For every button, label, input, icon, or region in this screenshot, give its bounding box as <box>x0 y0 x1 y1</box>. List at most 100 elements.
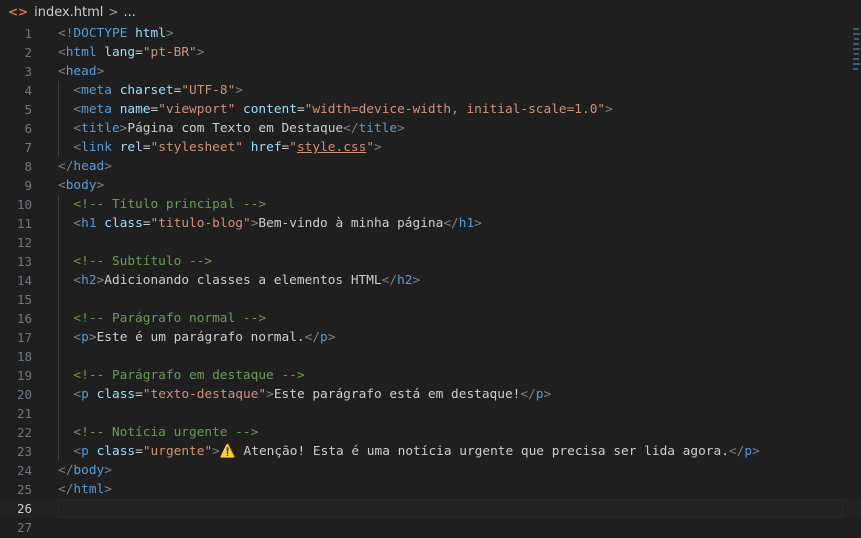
code-line[interactable]: 7 <link rel="stylesheet" href="style.css… <box>0 138 861 157</box>
line-number[interactable]: 9 <box>0 176 32 195</box>
line-number[interactable]: 11 <box>0 214 32 233</box>
code-text[interactable]: <h1 class="titulo-blog">Bem-vindo à minh… <box>58 214 481 233</box>
line-number[interactable]: 21 <box>0 404 32 423</box>
code-line[interactable]: 11 <h1 class="titulo-blog">Bem-vindo à m… <box>0 214 861 233</box>
code-token: h1 <box>458 216 475 231</box>
code-token: > <box>397 121 405 136</box>
breadcrumb-symbols[interactable]: ... <box>123 5 135 20</box>
code-token: link <box>81 140 112 155</box>
line-number[interactable]: 1 <box>0 24 32 43</box>
code-line[interactable]: 22 <!-- Notícia urgente --> <box>0 423 861 442</box>
code-text[interactable]: <!DOCTYPE html> <box>58 24 174 43</box>
code-line[interactable]: 5 <meta name="viewport" content="width=d… <box>0 100 861 119</box>
code-line[interactable]: 24 </body> <box>0 461 861 480</box>
line-number[interactable]: 8 <box>0 157 32 176</box>
code-line[interactable]: 1 <!DOCTYPE html> <box>0 24 861 43</box>
code-text[interactable]: <html lang="pt-BR"> <box>58 43 204 62</box>
code-line[interactable]: 27 <box>0 518 861 537</box>
code-token: head <box>65 64 97 79</box>
code-text[interactable]: <!-- Parágrafo normal --> <box>58 309 266 328</box>
line-number[interactable]: 6 <box>0 119 32 138</box>
code-text[interactable]: </html> <box>58 480 112 499</box>
line-number[interactable]: 2 <box>0 43 32 62</box>
code-token: "width=device-width, initial-scale=1.0" <box>304 102 606 117</box>
breadcrumb-file[interactable]: index.html <box>34 5 103 20</box>
code-line[interactable]: 20 <p class="texto-destaque">Este parágr… <box>0 385 861 404</box>
line-number[interactable]: 15 <box>0 290 32 309</box>
code-text[interactable]: <p>Este é um parágrafo normal.</p> <box>58 328 335 347</box>
code-token: </ <box>343 121 359 136</box>
code-line[interactable]: 4 <meta charset="UTF-8"> <box>0 81 861 100</box>
code-token: p <box>81 444 89 459</box>
line-number[interactable]: 12 <box>0 233 32 252</box>
code-editor[interactable]: 1 <!DOCTYPE html> 2 <html lang="pt-BR"> 3 <he… <box>0 24 861 538</box>
line-number[interactable]: 27 <box>0 518 32 537</box>
line-number[interactable]: 20 <box>0 385 32 404</box>
code-token: <!-- Subtítulo --> <box>73 254 213 269</box>
line-number[interactable]: 7 <box>0 138 32 157</box>
code-text[interactable]: <p class="urgente">⚠️ Atenção! Esta é um… <box>58 442 759 461</box>
code-line[interactable]: 9 <body> <box>0 176 861 195</box>
code-token: Este parágrafo está em destaque! <box>273 387 521 402</box>
code-text[interactable]: <!-- Subtítulo --> <box>58 252 212 271</box>
code-text[interactable]: </body> <box>58 461 112 480</box>
code-line[interactable]: 10 <!-- Título principal --> <box>0 195 861 214</box>
code-text[interactable]: </head> <box>58 157 112 176</box>
line-number[interactable]: 25 <box>0 480 32 499</box>
code-text[interactable]: <p class="texto-destaque">Este parágrafo… <box>58 385 551 404</box>
code-line[interactable]: 3 <head> <box>0 62 861 81</box>
code-line[interactable]: 17 <p>Este é um parágrafo normal.</p> <box>0 328 861 347</box>
line-number[interactable]: 24 <box>0 461 32 480</box>
line-number[interactable]: 4 <box>0 81 32 100</box>
code-token: p <box>535 387 544 402</box>
line-number[interactable]: 14 <box>0 271 32 290</box>
code-line[interactable]: 23 <p class="urgente">⚠️ Atenção! Esta é… <box>0 442 861 461</box>
line-number[interactable]: 3 <box>0 62 32 81</box>
code-text[interactable]: <body> <box>58 176 104 195</box>
line-number[interactable]: 10 <box>0 195 32 214</box>
code-line[interactable]: 18 <box>0 347 861 366</box>
code-text[interactable]: <title>Página com Texto em Destaque</tit… <box>58 119 405 138</box>
line-number[interactable]: 13 <box>0 252 32 271</box>
line-number[interactable]: 17 <box>0 328 32 347</box>
code-token: Atenção! Esta é uma notícia urgente que … <box>235 444 729 459</box>
code-text[interactable]: <!-- Parágrafo em destaque --> <box>58 366 304 385</box>
code-line[interactable]: 6 <title>Página com Texto em Destaque</t… <box>0 119 861 138</box>
code-text[interactable]: <head> <box>58 62 104 81</box>
line-number[interactable]: 18 <box>0 347 32 366</box>
code-text[interactable]: <h2>Adicionando classes a elementos HTML… <box>58 271 420 290</box>
code-token: "UTF-8" <box>181 83 236 98</box>
code-line[interactable]: 8 </head> <box>0 157 861 176</box>
line-number[interactable]: 16 <box>0 309 32 328</box>
code-line[interactable]: 21 <box>0 404 861 423</box>
line-number[interactable]: 19 <box>0 366 32 385</box>
code-line[interactable]: 25 </html> <box>0 480 861 499</box>
code-line[interactable]: 26 <box>0 499 861 518</box>
code-line[interactable]: 14 <h2>Adicionando classes a elementos H… <box>0 271 861 290</box>
line-number[interactable]: 23 <box>0 442 32 461</box>
code-text[interactable]: <meta charset="UTF-8"> <box>58 81 243 100</box>
code-line[interactable]: 15 <box>0 290 861 309</box>
code-text[interactable]: <link rel="stylesheet" href="style.css"> <box>58 138 381 157</box>
code-token: "stylesheet" <box>150 140 243 155</box>
code-token: p <box>81 330 89 345</box>
line-number[interactable]: 26 <box>0 499 32 518</box>
code-text[interactable]: <meta name="viewport" content="width=dev… <box>58 100 612 119</box>
code-text[interactable]: <!-- Notícia urgente --> <box>58 423 258 442</box>
code-line[interactable]: 2 <html lang="pt-BR"> <box>0 43 861 62</box>
code-token: < <box>73 121 82 136</box>
minimap[interactable] <box>851 24 861 74</box>
code-line[interactable]: 19 <!-- Parágrafo em destaque --> <box>0 366 861 385</box>
code-line[interactable]: 13 <!-- Subtítulo --> <box>0 252 861 271</box>
code-line[interactable]: 12 <box>0 233 861 252</box>
line-number[interactable]: 5 <box>0 100 32 119</box>
line-number[interactable]: 22 <box>0 423 32 442</box>
code-text[interactable]: <!-- Título principal --> <box>58 195 266 214</box>
code-line[interactable]: 16 <!-- Parágrafo normal --> <box>0 309 861 328</box>
